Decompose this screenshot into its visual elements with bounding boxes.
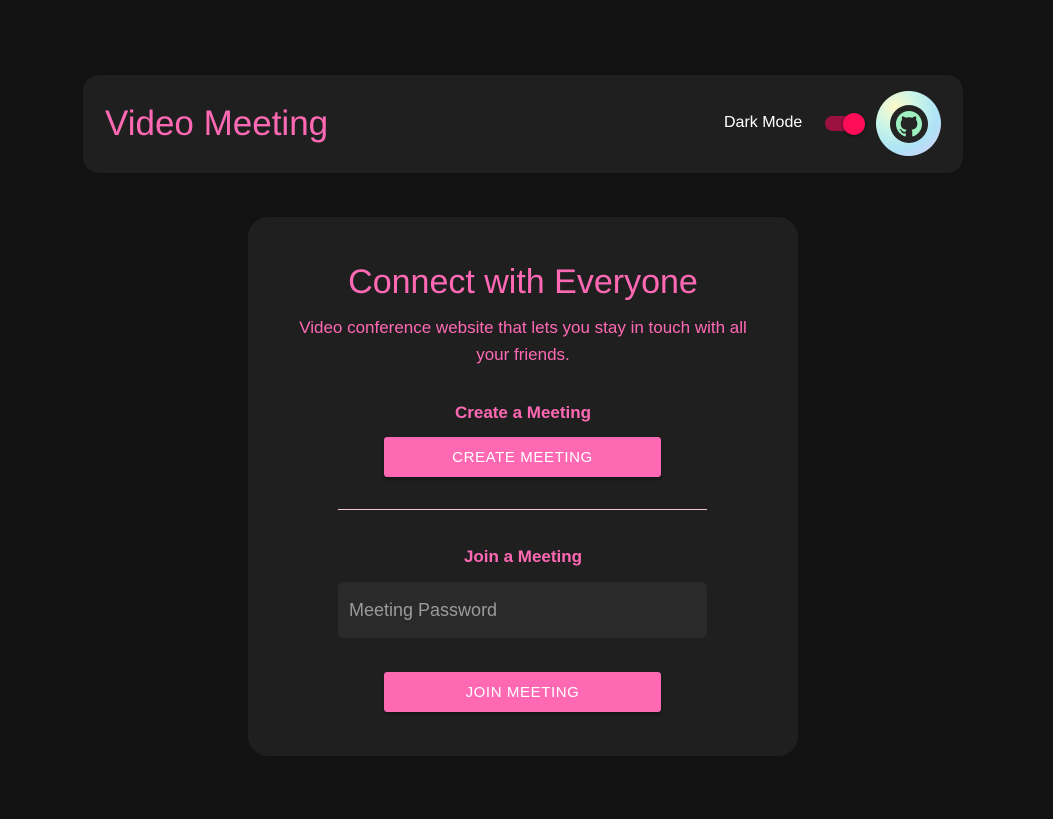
card-title: Connect with Everyone xyxy=(348,263,698,301)
meeting-card: Connect with Everyone Video conference w… xyxy=(248,217,798,756)
app-title: Video Meeting xyxy=(105,104,329,143)
dark-mode-toggle[interactable] xyxy=(825,113,867,135)
github-button[interactable] xyxy=(876,91,941,156)
toggle-thumb[interactable] xyxy=(843,113,865,135)
create-meeting-button[interactable]: CREATE MEETING xyxy=(384,437,661,477)
meeting-password-input[interactable] xyxy=(338,582,707,638)
card-subtitle: Video conference website that lets you s… xyxy=(299,318,747,364)
create-meeting-label: Create a Meeting xyxy=(454,403,592,422)
dark-mode-label: Dark Mode xyxy=(724,114,803,131)
join-meeting-label: Join a Meeting xyxy=(463,547,583,566)
github-icon xyxy=(889,104,928,143)
section-divider xyxy=(338,509,707,510)
join-meeting-button[interactable]: JOIN MEETING xyxy=(384,672,661,712)
app-header: Video Meeting Dark Mode xyxy=(83,75,963,173)
